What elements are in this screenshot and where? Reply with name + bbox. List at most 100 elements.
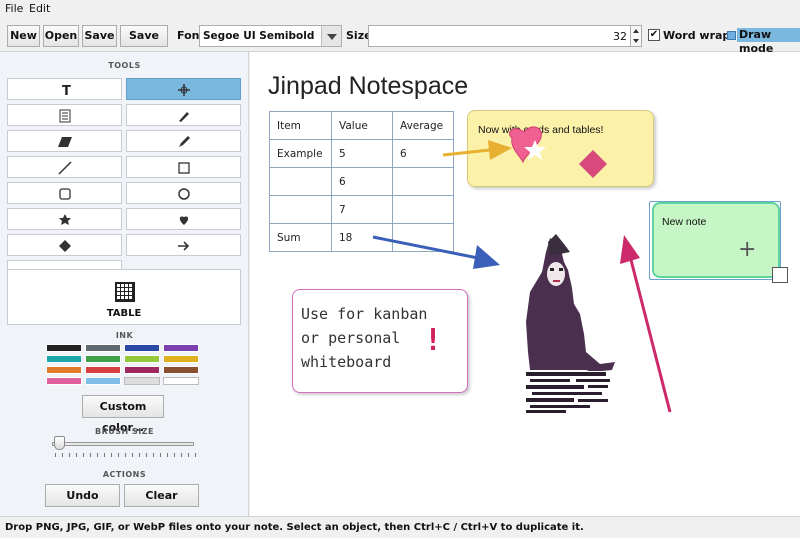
arrow-blue bbox=[372, 235, 479, 260]
size-value: 32 bbox=[613, 30, 627, 43]
arrow-magenta-head bbox=[620, 235, 640, 264]
ink-swatch[interactable] bbox=[85, 377, 121, 385]
highlighter-icon bbox=[179, 112, 189, 122]
actions-header: ACTIONS bbox=[102, 470, 147, 479]
chevron-down-icon[interactable] bbox=[321, 26, 341, 46]
ink-swatch[interactable] bbox=[163, 355, 199, 363]
tool-star[interactable] bbox=[7, 208, 122, 230]
rectangle-icon bbox=[178, 162, 190, 174]
tool-circle[interactable] bbox=[126, 182, 241, 204]
font-select-value: Segoe UI Semibold bbox=[203, 30, 315, 42]
ink-swatch[interactable] bbox=[124, 366, 160, 374]
pen-icon bbox=[179, 136, 190, 147]
ink-swatch[interactable] bbox=[124, 355, 160, 363]
tool-diamond[interactable] bbox=[7, 234, 122, 256]
status-bar: Drop PNG, JPG, GIF, or WebP files onto y… bbox=[0, 516, 800, 538]
slider-tick bbox=[160, 453, 161, 457]
ink-swatch[interactable] bbox=[124, 377, 160, 385]
menu-bar: File Edit bbox=[0, 0, 800, 18]
note-canvas[interactable]: Jinpad Notespace Item Value Average Exam… bbox=[250, 52, 800, 516]
diamond-shape bbox=[579, 150, 607, 178]
tool-arrow[interactable] bbox=[126, 234, 241, 256]
size-stepper[interactable] bbox=[630, 25, 642, 47]
text-icon: T bbox=[62, 84, 71, 97]
arrow-icon bbox=[178, 241, 190, 251]
undo-button[interactable]: Undo bbox=[45, 484, 120, 507]
sidebar: TOOLS T TABLE INK Custom color... BRUSH … bbox=[0, 52, 249, 516]
ink-swatch[interactable] bbox=[85, 366, 121, 374]
line-icon bbox=[58, 161, 72, 175]
brush-size-slider[interactable] bbox=[47, 436, 199, 460]
spin-up-icon[interactable] bbox=[633, 29, 639, 33]
tool-line[interactable] bbox=[7, 156, 122, 178]
ink-swatch[interactable] bbox=[46, 366, 82, 374]
word-wrap-label: Word wrap bbox=[663, 29, 731, 42]
ink-swatch[interactable] bbox=[124, 344, 160, 352]
tool-move[interactable] bbox=[126, 78, 241, 100]
tool-parallelogram[interactable] bbox=[7, 130, 122, 152]
circle-icon bbox=[178, 188, 190, 200]
diamond-icon bbox=[59, 240, 71, 252]
slider-tick bbox=[76, 453, 77, 457]
ink-swatch[interactable] bbox=[85, 355, 121, 363]
move-icon bbox=[178, 84, 190, 96]
ink-swatch[interactable] bbox=[46, 377, 82, 385]
slider-tick bbox=[83, 453, 84, 457]
menu-edit[interactable]: Edit bbox=[29, 2, 50, 15]
slider-tick bbox=[69, 453, 70, 457]
arrow-yellow bbox=[442, 148, 491, 157]
font-select[interactable]: Segoe UI Semibold bbox=[199, 25, 342, 47]
save-button[interactable]: Save bbox=[82, 25, 117, 47]
tool-rounded-rect[interactable] bbox=[7, 182, 122, 204]
custom-color-button[interactable]: Custom color... bbox=[82, 395, 164, 434]
ink-header: INK bbox=[115, 331, 134, 340]
ink-swatch[interactable] bbox=[85, 344, 121, 352]
slider-thumb[interactable] bbox=[54, 436, 66, 450]
slider-tick bbox=[167, 453, 168, 457]
size-input[interactable]: 32 bbox=[368, 25, 631, 47]
tool-heart[interactable] bbox=[126, 208, 241, 230]
tool-pen[interactable] bbox=[126, 130, 241, 152]
tool-text[interactable]: T bbox=[7, 78, 122, 100]
ink-swatch[interactable] bbox=[163, 377, 199, 385]
slider-tick bbox=[118, 453, 119, 457]
spin-down-icon[interactable] bbox=[633, 39, 639, 43]
slider-tick bbox=[153, 453, 154, 457]
tool-highlighter[interactable] bbox=[126, 104, 241, 126]
rounded-rect-icon bbox=[59, 188, 71, 200]
word-wrap-checkbox[interactable]: ✔ bbox=[648, 29, 660, 41]
slider-tick bbox=[132, 453, 133, 457]
slider-tick bbox=[104, 453, 105, 457]
slider-tick bbox=[146, 453, 147, 457]
slider-tick bbox=[139, 453, 140, 457]
tool-list[interactable] bbox=[7, 104, 122, 126]
svg-text:T: T bbox=[62, 84, 71, 97]
list-icon bbox=[59, 109, 71, 123]
slider-tick bbox=[188, 453, 189, 457]
ink-swatch[interactable] bbox=[163, 344, 199, 352]
drawing-layer bbox=[372, 126, 672, 413]
slider-tick bbox=[111, 453, 112, 457]
draw-mode-checkbox[interactable] bbox=[727, 31, 736, 40]
clown-image[interactable] bbox=[526, 234, 615, 413]
heart-icon bbox=[179, 216, 189, 225]
ink-swatch[interactable] bbox=[46, 344, 82, 352]
slider-tick bbox=[195, 453, 196, 457]
save-as-button[interactable]: Save as bbox=[120, 25, 168, 62]
draw-mode-label[interactable]: Draw mode bbox=[737, 28, 800, 55]
table-label: TABLE bbox=[106, 308, 142, 319]
table-button[interactable]: TABLE bbox=[7, 269, 241, 325]
ink-swatch[interactable] bbox=[163, 366, 199, 374]
slider-tick bbox=[55, 453, 56, 457]
open-button[interactable]: Open bbox=[43, 25, 79, 47]
menu-file[interactable]: File bbox=[5, 2, 23, 15]
new-button[interactable]: New bbox=[7, 25, 40, 47]
clear-button[interactable]: Clear bbox=[124, 484, 199, 507]
slider-tick bbox=[181, 453, 182, 457]
slider-tick bbox=[97, 453, 98, 457]
slider-track bbox=[52, 442, 194, 446]
tool-rectangle[interactable] bbox=[126, 156, 241, 178]
ink-swatch[interactable] bbox=[46, 355, 82, 363]
slider-tick bbox=[90, 453, 91, 457]
slider-tick bbox=[62, 453, 63, 457]
